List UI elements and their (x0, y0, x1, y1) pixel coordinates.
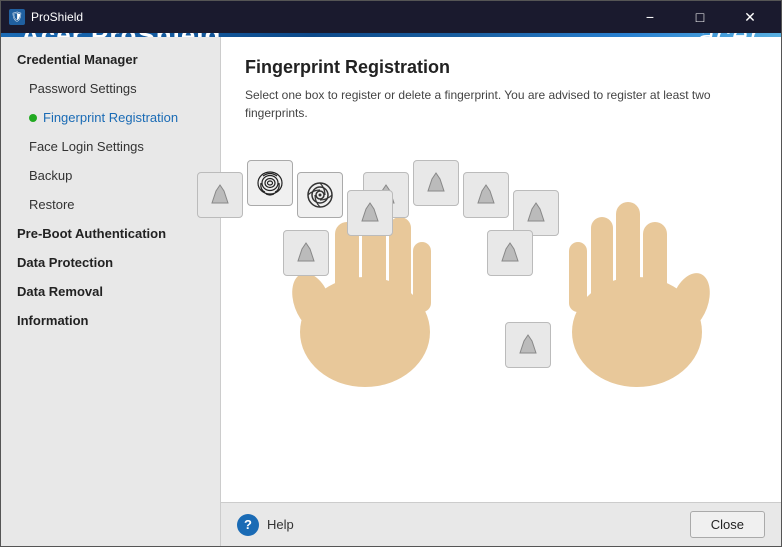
finger-box-right-pinky[interactable] (347, 190, 393, 236)
main-container: Credential Manager Password Settings Fin… (1, 37, 781, 546)
data-protection-label: Data Protection (17, 255, 113, 270)
app-window: 🛡 ProShield − □ ✕ Acer ProShield acer Cr… (0, 0, 782, 547)
titlebar: 🛡 ProShield − □ ✕ (1, 1, 781, 33)
minimize-button[interactable]: − (627, 1, 673, 33)
fingerprint-registration-label: Fingerprint Registration (43, 110, 178, 125)
maximize-button[interactable]: □ (677, 1, 723, 33)
backup-label: Backup (29, 168, 72, 183)
close-button[interactable]: Close (690, 511, 765, 538)
proshield-icon: 🛡 (9, 9, 25, 25)
finger-icon-right-thumb (496, 239, 524, 267)
right-hand-svg (537, 162, 737, 392)
sidebar: Credential Manager Password Settings Fin… (1, 37, 221, 546)
pre-boot-auth-label: Pre-Boot Authentication (17, 226, 166, 241)
finger-icon-left-ring (472, 181, 500, 209)
help-icon: ? (237, 514, 259, 536)
app-title: Acer ProShield (21, 33, 221, 37)
finger-box-left-thumb[interactable] (283, 230, 329, 276)
app-title-main: ProShield (91, 33, 221, 37)
finger-box-right-index[interactable] (197, 172, 243, 218)
app-title-prefix: Acer (21, 33, 91, 37)
finger-box-left-ring[interactable] (463, 172, 509, 218)
help-label: Help (267, 517, 294, 532)
sidebar-item-backup[interactable]: Backup (1, 161, 220, 190)
sidebar-item-data-removal[interactable]: Data Removal (1, 277, 220, 306)
sidebar-item-face-login-settings[interactable]: Face Login Settings (1, 132, 220, 161)
finger-icon-left-thumb (292, 239, 320, 267)
help-section[interactable]: ? Help (237, 514, 294, 536)
sidebar-item-password-settings[interactable]: Password Settings (1, 74, 220, 103)
titlebar-controls: − □ ✕ (627, 1, 773, 33)
sidebar-item-fingerprint-registration[interactable]: Fingerprint Registration (1, 103, 220, 132)
password-settings-label: Password Settings (29, 81, 137, 96)
right-hand-container (537, 162, 737, 397)
fingerprint-icon-registered (305, 180, 335, 210)
sidebar-item-pre-boot-authentication[interactable]: Pre-Boot Authentication (1, 219, 220, 248)
fingerprint-icon-registered-full (255, 168, 285, 198)
finger-icon-right-pinky (356, 199, 384, 227)
content-area: Fingerprint Registration Select one box … (221, 37, 781, 546)
sidebar-item-information[interactable]: Information (1, 306, 220, 335)
finger-icon-right-index (206, 181, 234, 209)
finger-icon-left-middle (422, 169, 450, 197)
bottom-bar: ? Help Close (221, 502, 781, 546)
titlebar-left: 🛡 ProShield (9, 9, 83, 25)
sidebar-item-credential-manager[interactable]: Credential Manager (1, 45, 220, 74)
header-content-area: Acer ProShield acer Credential Manager P… (1, 33, 781, 546)
credential-manager-label: Credential Manager (17, 52, 138, 67)
data-removal-label: Data Removal (17, 284, 103, 299)
restore-label: Restore (29, 197, 75, 212)
information-label: Information (17, 313, 89, 328)
face-login-settings-label: Face Login Settings (29, 139, 144, 154)
finger-box-left-middle[interactable] (413, 160, 459, 206)
content-body: Fingerprint Registration Select one box … (221, 37, 781, 502)
page-title: Fingerprint Registration (245, 57, 757, 78)
finger-box-right-middle[interactable] (247, 160, 293, 206)
active-indicator (29, 114, 37, 122)
sidebar-item-data-protection[interactable]: Data Protection (1, 248, 220, 277)
sidebar-item-restore[interactable]: Restore (1, 190, 220, 219)
finger-box-right-thumb[interactable] (487, 230, 533, 276)
content-description: Select one box to register or delete a f… (245, 86, 757, 122)
window-close-button[interactable]: ✕ (727, 1, 773, 33)
finger-box-right-ring[interactable] (297, 172, 343, 218)
fingerprint-area (245, 142, 757, 482)
titlebar-title: ProShield (31, 10, 83, 24)
